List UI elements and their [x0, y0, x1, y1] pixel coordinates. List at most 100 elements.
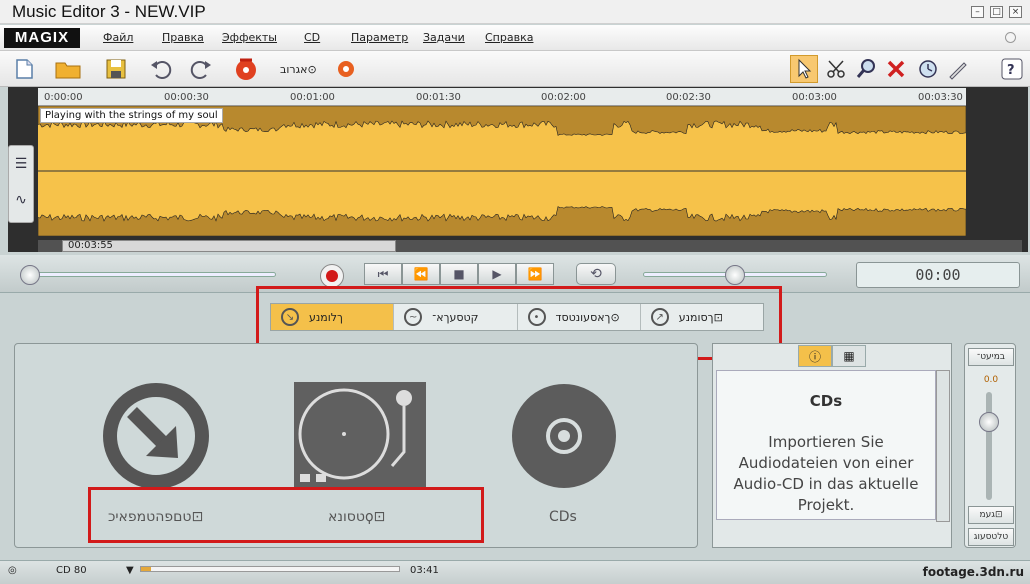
cd-duration: 03:41 — [410, 565, 439, 576]
menu-cd[interactable]: CD — [304, 31, 320, 44]
menu-effects[interactable]: Эффекты — [222, 31, 277, 44]
title-bar: Music Editor 3 - NEW.VIP – □ × — [0, 0, 1030, 24]
toolbar-text-label[interactable]: אגרוב⊙ — [280, 63, 317, 76]
delete-icon[interactable] — [882, 55, 910, 83]
menu-options[interactable]: Параметр — [351, 31, 408, 44]
import-arrow-icon — [103, 383, 209, 489]
ruler-tick: 0:00:00 — [44, 92, 83, 103]
ruler-tick: 00:00:30 — [164, 92, 209, 103]
menu-status-dot[interactable] — [1005, 32, 1016, 43]
menu-bar: MAGIX Файл Правка Эффекты CD Параметр За… — [0, 25, 1030, 51]
draw-tool-icon[interactable] — [944, 55, 972, 83]
position-slider[interactable] — [22, 272, 276, 277]
import-tabs: ↘ ךלומנע ~ קטסעךא־ • ךאסעונטסד⊙ ↗ ךסומנע… — [270, 303, 764, 331]
source-label-turntable: טסונאϙ⊡ — [328, 509, 386, 525]
undo-icon[interactable] — [146, 55, 174, 83]
toolbar: אגרוב⊙ ? — [0, 51, 1030, 87]
cd-capacity-fill — [141, 567, 152, 571]
wave-view-icon[interactable]: ∿ — [9, 182, 33, 218]
pointer-tool-icon[interactable] — [790, 55, 818, 83]
play-button[interactable]: ▶ — [478, 263, 516, 285]
menu-edit[interactable]: Правка — [162, 31, 204, 44]
mixer-bottom-button[interactable]: טלטסעוג — [968, 528, 1014, 546]
mixer-top-button[interactable]: במיעט־ — [968, 348, 1014, 366]
zoom-icon[interactable] — [852, 55, 880, 83]
ruler-tick: 00:02:00 — [541, 92, 586, 103]
waveform-icon: ~ — [404, 308, 423, 326]
turntable-icon — [294, 382, 426, 490]
scroll-time: 00:03:55 — [68, 240, 113, 251]
source-label-import: טםפהטמפאיכ⊡ — [108, 509, 204, 525]
tab-label: ךלומנע — [309, 310, 343, 324]
audio-track[interactable] — [38, 106, 966, 236]
menu-file[interactable]: Файл — [103, 31, 133, 44]
timeline-ruler[interactable]: 0:00:00 00:00:30 00:01:00 00:01:30 00:02… — [38, 88, 966, 106]
track-tools: ☰ ∿ — [8, 145, 34, 223]
tab-label: ךסומנע⊡ — [678, 310, 723, 324]
tab-label: ךאסעונטסד⊙ — [555, 310, 620, 324]
volume-knob[interactable] — [725, 265, 745, 285]
mixer-fader-knob[interactable] — [979, 412, 999, 432]
disc-icon: • — [527, 308, 546, 326]
magix-logo: MAGIX — [4, 28, 80, 48]
status-bar — [0, 560, 1030, 584]
info-text: Importieren Sie Audiodateien von einer A… — [733, 433, 919, 514]
record-button[interactable] — [320, 264, 344, 288]
open-folder-icon[interactable] — [54, 55, 82, 83]
stop-button[interactable]: ■ — [440, 263, 478, 285]
mixer-fader-track[interactable] — [986, 392, 992, 500]
source-turntable[interactable] — [290, 382, 430, 490]
info-icon[interactable]: ⓘ — [798, 345, 832, 367]
tab-record[interactable]: ~ קטסעךא־ — [394, 304, 518, 330]
close-button[interactable]: × — [1009, 6, 1022, 18]
info-title: CDs — [809, 392, 843, 410]
new-file-icon[interactable] — [10, 55, 38, 83]
arrow-out-icon: ↗ — [650, 308, 669, 326]
transport-buttons: ⏮ ⏪ ■ ▶ ⏩ — [364, 263, 554, 285]
watermark: footage.3dn.ru — [922, 565, 1024, 579]
ruler-tick: 00:01:00 — [290, 92, 335, 103]
mixer-mid-button[interactable]: געמ⊡ — [968, 506, 1014, 524]
menu-help[interactable]: Справка — [485, 31, 533, 44]
redo-icon[interactable] — [188, 55, 216, 83]
menu-tasks[interactable]: Задачи — [423, 31, 465, 44]
mixer-value: 0.0 — [983, 375, 999, 385]
info-scrollbar[interactable] — [936, 370, 950, 522]
tab-cd[interactable]: • ךאסעונטסד⊙ — [518, 304, 641, 330]
fast-forward-button[interactable]: ⏩ — [516, 263, 554, 285]
scissors-icon[interactable] — [822, 55, 850, 83]
burn-cd-icon[interactable] — [232, 55, 260, 83]
tab-import[interactable]: ↘ ךלומנע — [271, 304, 395, 330]
levels-icon[interactable]: ▦ — [832, 345, 866, 367]
cd-capacity-bar — [140, 566, 400, 572]
source-import[interactable] — [86, 382, 226, 490]
ruler-tick: 00:03:00 — [792, 92, 837, 103]
source-cd[interactable] — [494, 382, 634, 490]
rewind-button[interactable]: ⏪ — [402, 263, 440, 285]
help-icon[interactable]: ? — [998, 55, 1026, 83]
svg-text:?: ? — [1007, 63, 1015, 78]
cd-icon — [512, 384, 616, 488]
list-view-icon[interactable]: ☰ — [9, 146, 33, 182]
settings-gear-icon[interactable] — [332, 55, 360, 83]
info-tabs: ⓘ ▦ — [798, 345, 866, 367]
tab-label: קטסעךא־ — [432, 310, 479, 324]
source-label-cd: CDs — [549, 509, 577, 525]
cd-dropdown-icon[interactable]: ▼ — [126, 565, 134, 576]
cd-type-label: CD 80 — [56, 565, 87, 576]
minimize-button[interactable]: – — [971, 6, 984, 18]
skip-start-button[interactable]: ⏮ — [364, 263, 402, 285]
loop-button[interactable]: ⟲ — [576, 263, 616, 285]
ruler-tick: 00:02:30 — [666, 92, 711, 103]
time-display: 00:00 — [856, 262, 1020, 288]
clock-tool-icon[interactable] — [914, 55, 942, 83]
tab-export[interactable]: ↗ ךסומנע⊡ — [641, 304, 763, 330]
save-icon[interactable] — [102, 55, 130, 83]
ruler-tick: 00:03:30 — [918, 92, 963, 103]
waveform-bottom-channel — [38, 206, 966, 236]
waveform — [38, 106, 966, 236]
maximize-button[interactable]: □ — [990, 6, 1003, 18]
position-knob[interactable] — [20, 265, 40, 285]
window-title: Music Editor 3 - NEW.VIP — [12, 2, 206, 21]
ruler-tick: 00:01:30 — [416, 92, 461, 103]
